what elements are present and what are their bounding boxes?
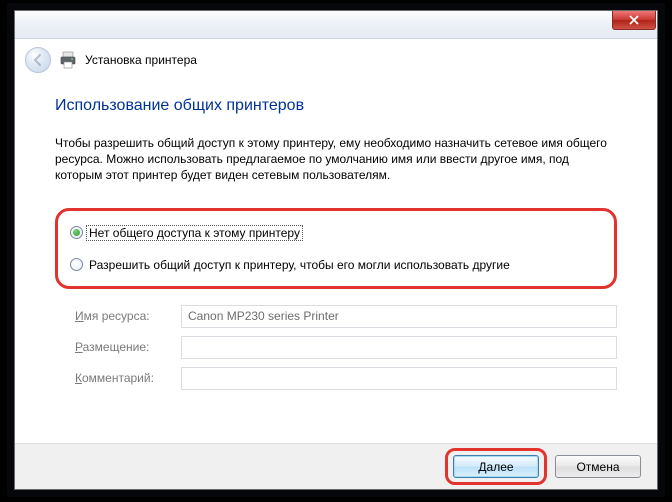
page-description: Чтобы разрешить общий доступ к этому при…: [55, 135, 617, 184]
comment-input: [181, 367, 617, 390]
share-name-input: [181, 305, 617, 328]
radio-share[interactable]: [70, 258, 83, 271]
next-button-label: Далее: [478, 460, 513, 474]
close-button[interactable]: [612, 11, 656, 30]
location-label: Размещение:: [75, 340, 177, 354]
next-button[interactable]: Далее: [453, 455, 539, 478]
location-input: [181, 336, 617, 359]
share-form: Имя ресурса: Размещение: Комментарий:: [75, 305, 617, 390]
comment-row: Комментарий:: [75, 367, 617, 390]
header-title: Установка принтера: [85, 53, 197, 67]
share-name-label: Имя ресурса:: [75, 309, 177, 323]
radio-no-share-label: Нет общего доступа к этому принтеру: [87, 226, 302, 240]
share-name-row: Имя ресурса:: [75, 305, 617, 328]
cancel-button[interactable]: Отмена: [555, 455, 641, 478]
comment-label: Комментарий:: [75, 371, 177, 385]
footer: Далее Отмена: [15, 443, 657, 489]
radio-share-label: Разрешить общий доступ к принтеру, чтобы…: [89, 258, 510, 272]
content: Использование общих принтеров Чтобы разр…: [15, 83, 657, 390]
printer-icon: [59, 51, 77, 69]
location-row: Размещение:: [75, 336, 617, 359]
cancel-button-label: Отмена: [576, 460, 619, 474]
radio-no-share[interactable]: [70, 226, 83, 239]
sharing-options-group: Нет общего доступа к этому принтеру Разр…: [55, 208, 617, 289]
next-highlight: Далее: [445, 448, 547, 485]
arrow-left-icon: [31, 53, 45, 67]
close-icon: [628, 15, 640, 25]
titlebar: [15, 11, 657, 39]
option-no-share[interactable]: Нет общего доступа к этому принтеру: [70, 226, 598, 240]
wizard-window: Установка принтера Использование общих п…: [14, 10, 658, 490]
header: Установка принтера: [15, 39, 657, 83]
page-title: Использование общих принтеров: [55, 97, 617, 115]
back-button[interactable]: [25, 47, 51, 73]
option-share[interactable]: Разрешить общий доступ к принтеру, чтобы…: [70, 258, 598, 272]
